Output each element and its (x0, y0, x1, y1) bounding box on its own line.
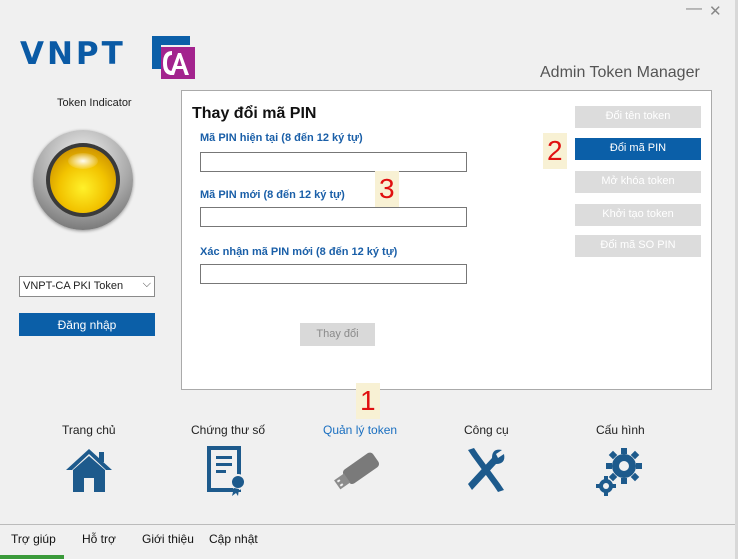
tools-icon[interactable] (462, 446, 508, 494)
page-title: Thay đổi mã PIN (192, 105, 317, 122)
nav-home-label[interactable]: Trang chủ (62, 423, 116, 437)
menu-about[interactable]: Giới thiệu (142, 532, 194, 546)
nav-certificate-label[interactable]: Chứng thư số (191, 423, 265, 437)
nav-settings-label[interactable]: Cấu hình (596, 423, 645, 437)
change-pin-button[interactable]: Đổi mã PIN (575, 138, 701, 160)
chevron-down-icon: ⌵ (142, 278, 151, 290)
token-indicator-label: Token Indicator (57, 97, 132, 109)
menu-update[interactable]: Cập nhật (209, 532, 258, 546)
gears-icon[interactable] (594, 446, 644, 496)
current-pin-label: Mã PIN hiện tại (8 đến 12 ký tự) (200, 132, 363, 144)
status-strip (0, 555, 64, 559)
token-select-value: VNPT-CA PKI Token (23, 280, 124, 292)
logo-vnpt: VNPT (20, 36, 126, 72)
confirm-pin-label: Xác nhận mã PIN mới (8 đến 12 ký tự) (200, 246, 398, 258)
change-pin-submit-button[interactable]: Thay đổi (300, 323, 375, 346)
change-pin-panel: Thay đổi mã PIN Mã PIN hiện tại (8 đến 1… (181, 90, 712, 390)
nav-tools-label[interactable]: Công cụ (464, 423, 509, 437)
init-token-button[interactable]: Khởi tạo token (575, 204, 701, 226)
close-button[interactable]: ✕ (709, 2, 722, 20)
app-title: Admin Token Manager (540, 64, 700, 81)
step-marker-1: 1 (356, 383, 380, 419)
current-pin-input[interactable] (200, 152, 467, 172)
home-icon[interactable] (64, 446, 114, 494)
minimize-button[interactable]: — (686, 0, 702, 18)
usb-token-icon[interactable] (330, 446, 386, 496)
certificate-icon[interactable] (205, 446, 249, 496)
login-button[interactable]: Đăng nhập (19, 313, 155, 336)
menu-support[interactable]: Hỗ trợ (82, 532, 116, 546)
logo-ca-icon (152, 36, 195, 79)
unlock-token-button[interactable]: Mở khóa token (575, 171, 701, 193)
step-marker-3: 3 (375, 171, 399, 207)
nav-token-label[interactable]: Quản lý token (323, 423, 397, 437)
step-marker-2: 2 (543, 133, 567, 169)
rename-token-button[interactable]: Đổi tên token (575, 106, 701, 128)
new-pin-input[interactable] (200, 207, 467, 227)
change-so-pin-button[interactable]: Đổi mã SO PIN (575, 235, 701, 257)
menu-help[interactable]: Trợ giúp (11, 532, 56, 546)
confirm-pin-input[interactable] (200, 264, 467, 284)
new-pin-label: Mã PIN mới (8 đến 12 ký tự) (200, 189, 345, 201)
token-indicator-light (33, 130, 133, 230)
token-select[interactable]: VNPT-CA PKI Token ⌵ (19, 276, 155, 297)
